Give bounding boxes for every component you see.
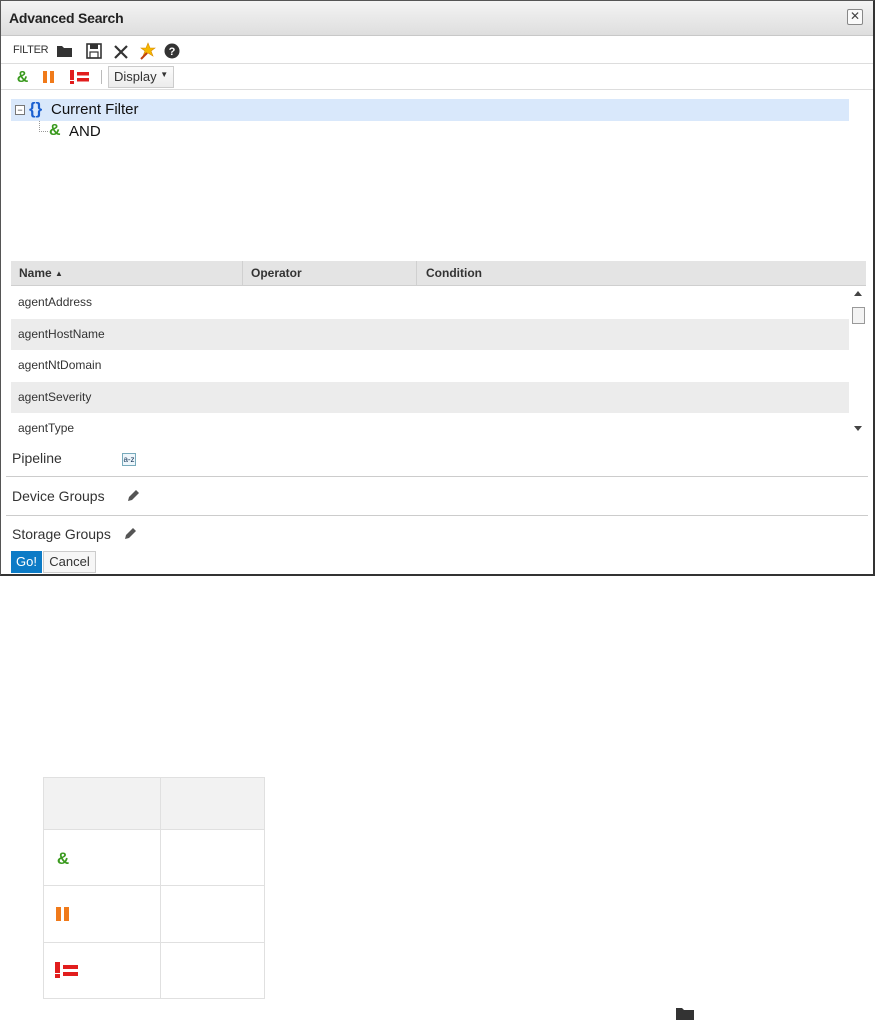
column-operator[interactable]: Operator (251, 266, 302, 280)
advanced-search-dialog: Advanced Search ✕ FILTER ? & Display ▼ −… (0, 0, 875, 576)
table-row[interactable]: agentType (11, 413, 849, 441)
legend-icon-cell (43, 941, 161, 1000)
column-divider[interactable] (416, 261, 417, 285)
cancel-button[interactable]: Cancel (43, 551, 96, 573)
operator-legend-table: & (43, 776, 265, 1000)
table-row[interactable]: agentSeverity (11, 381, 849, 413)
pencil-icon[interactable] (122, 526, 138, 542)
column-divider[interactable] (242, 261, 243, 285)
scroll-thumb[interactable] (852, 307, 865, 324)
folder-open-icon (676, 1008, 694, 1020)
filter-label: FILTER (13, 44, 49, 56)
sort-asc-icon: ▲ (55, 269, 63, 278)
or-icon[interactable] (41, 69, 57, 85)
legend-desc-cell (160, 941, 265, 1000)
dialog-title: Advanced Search (9, 10, 124, 26)
legend-icon-cell (43, 885, 161, 943)
save-icon[interactable] (85, 42, 103, 60)
legend-row: & (43, 829, 265, 887)
not-equal-icon (55, 962, 78, 979)
table-row[interactable]: agentNtDomain (11, 350, 849, 382)
tree-node-and[interactable]: & AND (49, 122, 129, 142)
divider (6, 476, 868, 477)
wand-icon[interactable] (139, 42, 157, 60)
svg-text:&: & (17, 69, 29, 85)
clear-icon[interactable] (112, 42, 130, 60)
or-icon (56, 907, 69, 922)
scroll-down-arrow-icon[interactable] (854, 426, 862, 431)
and-icon[interactable]: & (14, 68, 31, 85)
filter-tree: − {} Current Filter & AND (11, 99, 849, 259)
tree-root-label: Current Filter (51, 101, 139, 118)
collapse-icon[interactable]: − (15, 105, 25, 115)
legend-header-cell (160, 776, 265, 831)
scroll-up-arrow-icon[interactable] (854, 291, 862, 296)
svg-text:?: ? (169, 46, 176, 58)
tree-connector (39, 121, 48, 132)
display-label: Display (114, 69, 157, 84)
tree-node-current-filter[interactable]: − {} Current Filter (11, 99, 849, 121)
caret-down-icon: ▼ (160, 70, 169, 79)
go-button[interactable]: Go! (11, 551, 42, 573)
toolbar-separator (101, 70, 102, 84)
display-dropdown[interactable]: Display ▼ (108, 66, 175, 88)
and-icon: & (57, 849, 69, 867)
table-row[interactable]: agentHostName (11, 318, 849, 350)
operator-toolbar: & Display ▼ (1, 65, 873, 90)
and-node-icon: & (49, 122, 61, 139)
device-groups-label[interactable]: Device Groups (12, 488, 105, 504)
folder-open-icon[interactable] (56, 42, 74, 60)
braces-icon: {} (29, 99, 43, 118)
legend-row (43, 941, 265, 1000)
legend-header-row (43, 776, 265, 831)
fields-grid-body: agentAddress agentHostName agentNtDomain… (11, 287, 851, 441)
column-name-label: Name (19, 266, 52, 280)
filter-toolbar: FILTER ? (1, 39, 873, 64)
grid-scrollbar[interactable] (851, 287, 866, 439)
legend-row (43, 885, 265, 943)
table-row[interactable]: agentAddress (11, 287, 849, 319)
storage-groups-label[interactable]: Storage Groups (12, 526, 111, 542)
column-name[interactable]: Name ▲ (19, 266, 63, 280)
legend-desc-cell (160, 829, 265, 887)
fields-grid-header: Name ▲ Operator Condition (11, 261, 866, 286)
close-button[interactable]: ✕ (847, 9, 863, 25)
legend-desc-cell (160, 885, 265, 943)
pipeline-label[interactable]: Pipeline (12, 450, 62, 466)
legend-icon-cell: & (43, 829, 161, 887)
divider (6, 515, 868, 516)
tree-child-label: AND (69, 123, 101, 140)
dialog-titlebar: Advanced Search ✕ (1, 1, 873, 36)
legend-header-cell (43, 776, 161, 831)
sort-az-icon[interactable]: a-z (122, 453, 136, 466)
svg-text:&: & (57, 849, 69, 867)
pencil-icon[interactable] (125, 488, 141, 504)
not-equal-icon[interactable] (69, 69, 91, 85)
column-condition[interactable]: Condition (426, 266, 482, 280)
help-icon[interactable]: ? (163, 42, 181, 60)
